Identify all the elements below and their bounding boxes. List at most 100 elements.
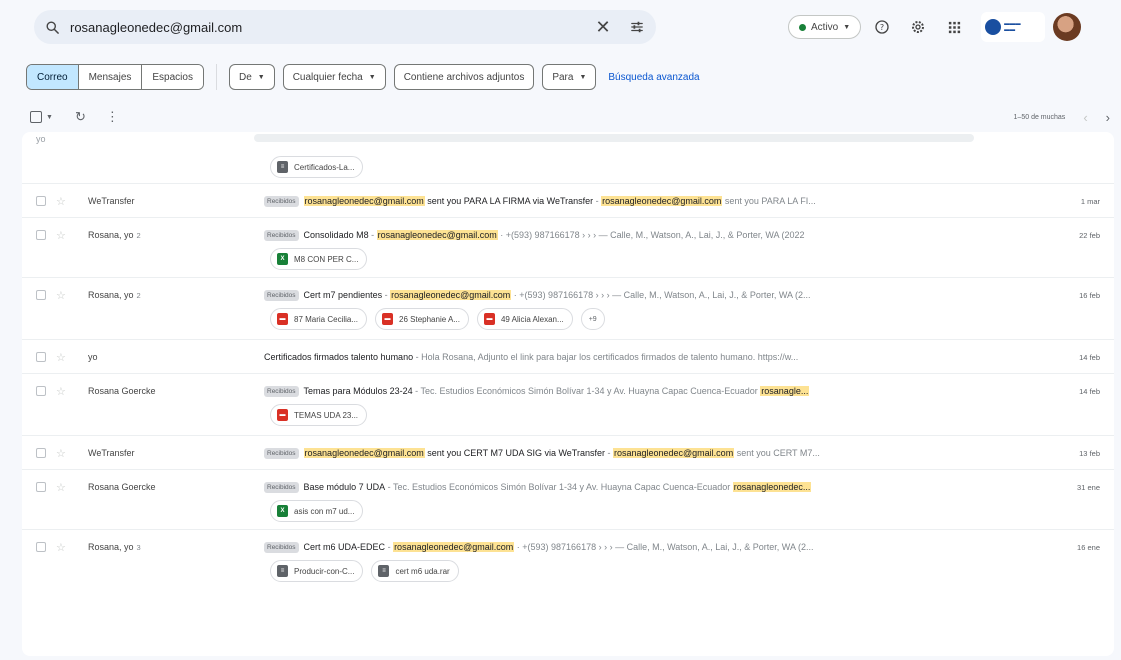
email-snippet: - rosanagleonedec@gmail.com · +(593) 987…	[382, 290, 811, 300]
svg-text:?: ?	[880, 23, 884, 32]
help-icon[interactable]: ?	[867, 12, 897, 42]
refresh-icon[interactable]: ↻	[75, 109, 86, 125]
pagination-label: 1–50 de muchas	[1013, 113, 1066, 121]
attachments-filter-chip[interactable]: Contiene archivos adjuntos	[393, 64, 535, 90]
to-filter-chip[interactable]: Para ▼	[542, 64, 597, 90]
search-highlight: rosanagleonedec...	[732, 482, 812, 492]
row-checkbox[interactable]	[36, 542, 46, 552]
header-actions: Activo ▼ ? ▬▬▬ ▬▬	[780, 10, 1082, 44]
search-input[interactable]	[70, 19, 588, 35]
email-date: 16 feb	[1079, 290, 1100, 300]
archive-file-icon: ≡	[378, 565, 390, 577]
email-row[interactable]: ☆ Rosana Goercke Recibidos Temas para Mó…	[22, 374, 1114, 436]
row-content: Recibidos Base módulo 7 UDA - Tec. Estud…	[264, 470, 1044, 504]
attachment-chip[interactable]: ≡ cert m6 uda.rar	[371, 560, 459, 582]
email-snippet: - Tec. Estudios Económicos Simón Bolívar…	[412, 386, 810, 396]
email-date: 31 ene	[1077, 482, 1100, 492]
attachment-list: ▬ TEMAS UDA 23...	[270, 404, 375, 426]
row-sender: Rosana, yo 2	[88, 218, 141, 252]
attachment-chip[interactable]: ▬ 87 Maria Cecilia...	[270, 308, 368, 330]
search-options-icon[interactable]	[618, 20, 656, 34]
star-icon[interactable]: ☆	[56, 385, 66, 398]
email-date: 14 feb	[1079, 352, 1100, 362]
attachments-filter-label: Contiene archivos adjuntos	[403, 71, 525, 83]
row-checkbox[interactable]	[36, 230, 46, 240]
attachment-chip[interactable]: ▬ TEMAS UDA 23...	[270, 404, 368, 426]
search-filters: Correo Mensajes Espacios De ▼ Cualquier f…	[26, 64, 700, 90]
row-checkbox[interactable]	[36, 196, 46, 206]
row-sender: Rosana, yo 2	[88, 278, 141, 312]
from-filter-label: De	[238, 71, 252, 83]
more-attachments-chip[interactable]: +9	[580, 308, 605, 330]
row-sender: WeTransfer	[88, 184, 135, 218]
star-icon[interactable]: ☆	[56, 351, 66, 364]
email-row[interactable]: ☆ Rosana, yo 3 Recibidos Cert m6 UDA-EDEC…	[22, 530, 1114, 594]
attachment-chip[interactable]: Xasis con m7 ud...	[270, 500, 364, 522]
star-icon[interactable]: ☆	[56, 541, 66, 554]
attachment-name: Producir-con-C...	[294, 566, 355, 576]
pdf-file-icon: ▬	[382, 313, 394, 325]
from-filter-chip[interactable]: De ▼	[228, 64, 275, 90]
email-row[interactable]: ☆ Rosana, yo 2 Recibidos Consolidado M8 -…	[22, 218, 1114, 278]
chevron-down-icon: ▼	[257, 73, 265, 81]
status-selector[interactable]: Activo ▼	[788, 15, 862, 39]
email-row-partial[interactable]: yo ≡ Certificados-La...	[22, 132, 1114, 184]
email-row[interactable]: ☆ WeTransfer Recibidos rosanagleonedec@g…	[22, 184, 1114, 218]
star-icon[interactable]: ☆	[56, 289, 66, 302]
email-subject: rosanagleonedec@gmail.com sent you PARA …	[303, 196, 594, 206]
email-subject: Cert m6 UDA-EDEC	[303, 542, 386, 552]
star-icon[interactable]: ☆	[56, 195, 66, 208]
clear-search-icon[interactable]: ✕	[588, 17, 618, 38]
star-icon[interactable]: ☆	[56, 229, 66, 242]
row-checkbox[interactable]	[36, 352, 46, 362]
search-highlight: rosanagleonedec@gmail.com	[376, 230, 498, 240]
row-checkbox[interactable]	[36, 448, 46, 458]
tab-espacios[interactable]: Espacios	[142, 65, 203, 89]
chevron-down-icon: ▼	[368, 73, 376, 81]
date-filter-chip[interactable]: Cualquier fecha ▼	[282, 64, 386, 90]
attachment-name: 49 Alicia Alexan...	[500, 314, 564, 324]
row-checkbox[interactable]	[36, 386, 46, 396]
previous-page-icon[interactable]: ‹	[1083, 110, 1087, 125]
email-subject: Base módulo 7 UDA	[303, 482, 386, 492]
account-avatar[interactable]	[1053, 13, 1082, 41]
status-dot	[799, 23, 806, 31]
attachment-name: cert m6 uda.rar	[395, 566, 450, 576]
row-checkbox[interactable]	[36, 290, 46, 300]
organization-logo[interactable]: ▬▬▬ ▬▬	[981, 12, 1046, 42]
star-icon[interactable]: ☆	[56, 481, 66, 494]
email-row[interactable]: ☆ WeTransfer Recibidos rosanagleonedec@g…	[22, 436, 1114, 470]
tab-correo[interactable]: Correo	[27, 65, 79, 89]
sender-name: yo	[88, 352, 98, 362]
chevron-down-icon: ▼	[579, 73, 587, 81]
attachment-chip[interactable]: ≡ Producir-con-C...	[270, 560, 364, 582]
status-label: Activo	[811, 21, 839, 33]
tab-mensajes[interactable]: Mensajes	[78, 65, 143, 89]
row-content: Recibidos Cert m7 pendientes - rosanagle…	[264, 278, 1044, 312]
row-content: Recibidos rosanagleonedec@gmail.com sent…	[264, 184, 1044, 218]
next-page-icon[interactable]: ›	[1106, 110, 1110, 125]
attachment-name: Certificados-La...	[294, 162, 355, 172]
search-bar[interactable]: ✕	[34, 10, 656, 44]
select-all-checkbox[interactable]	[30, 111, 42, 123]
select-options-chevron-icon[interactable]: ▼	[46, 114, 53, 121]
row-checkbox[interactable]	[36, 482, 46, 492]
search-highlight: rosanagle...	[760, 386, 810, 396]
sender-name: Rosana Goercke	[88, 386, 156, 396]
settings-gear-icon[interactable]	[903, 12, 933, 42]
apps-grid-icon[interactable]	[939, 12, 969, 42]
attachment-chip[interactable]: ≡ Certificados-La...	[270, 156, 364, 178]
email-row[interactable]: ☆ Rosana Goercke Recibidos Base módulo 7…	[22, 470, 1114, 530]
row-sender: Rosana, yo 3	[88, 530, 141, 564]
attachment-chip[interactable]: ▬ 26 Stephanie A...	[375, 308, 469, 330]
email-row[interactable]: ☆ Rosana, yo 2 Recibidos Cert m7 pendient…	[22, 278, 1114, 340]
star-icon[interactable]: ☆	[56, 447, 66, 460]
search-icon[interactable]	[34, 20, 70, 35]
advanced-search-link[interactable]: Búsqueda avanzada	[608, 72, 699, 83]
email-row[interactable]: ☆ yo Certificados firmados talento human…	[22, 340, 1114, 374]
attachment-chip[interactable]: ▬ 49 Alicia Alexan...	[476, 308, 573, 330]
more-options-icon[interactable]: ⋮	[106, 109, 119, 125]
attachment-chip[interactable]: X M8 CON PER C...	[270, 248, 368, 270]
sender-name: WeTransfer	[88, 196, 135, 206]
to-filter-label: Para	[552, 71, 574, 83]
